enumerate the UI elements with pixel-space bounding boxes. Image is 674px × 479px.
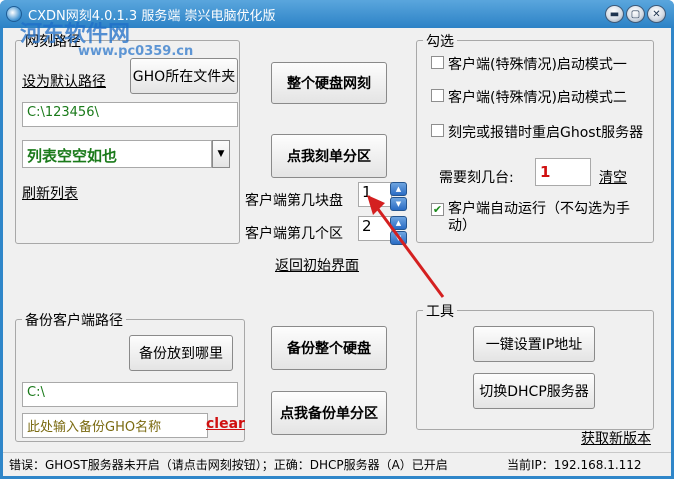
backup-single-partition-button[interactable]: 点我备份单分区	[271, 391, 387, 435]
partition-number-label: 客户端第几个区	[245, 226, 343, 242]
get-new-version-link[interactable]: 获取新版本	[581, 428, 651, 448]
watermark-url: www.pc0359.cn	[78, 44, 194, 59]
mode-two-label: 客户端(特殊情况)启动模式二	[448, 90, 627, 106]
gho-path-field[interactable]: C:\123456\	[22, 102, 238, 127]
status-message: 错误：GHOST服务器未开启（请点击网刻按钮）；正确：DHCP服务器（A）已开启	[9, 458, 448, 472]
backup-path-field[interactable]: C:\	[22, 382, 238, 407]
app-window: CXDN网刻4.0.1.3 服务端 崇兴电脑优化版 ▬ ▢ ✕ 网刻路径 设为默…	[0, 0, 674, 479]
refresh-list-link[interactable]: 刷新列表	[22, 183, 78, 203]
disk-number-label: 客户端第几块盘	[245, 193, 343, 209]
chevron-down-icon: ▼	[217, 149, 225, 159]
path-group: 网刻路径 设为默认路径 GHO所在文件夹 C:\123456\ 列表空空如也 ▼…	[15, 31, 240, 244]
restart-ghost-checkbox[interactable]: 刻完或报错时重启Ghost服务器	[431, 122, 643, 142]
count-clear-link[interactable]: 清空	[599, 167, 627, 187]
single-partition-clone-button[interactable]: 点我刻单分区	[271, 134, 387, 178]
checkbox-unchecked-icon[interactable]	[431, 56, 444, 69]
options-group: 勾选 客户端(特殊情况)启动模式一 客户端(特殊情况)启动模式二 刻完或报错时重…	[416, 31, 654, 243]
autorun-label: 客户端自动运行（不勾选为手动）	[448, 201, 630, 234]
list-dropdown-button[interactable]: ▼	[212, 140, 230, 168]
minimize-button[interactable]: ▬	[605, 5, 624, 23]
minimize-icon: ▬	[609, 8, 620, 20]
options-group-legend: 勾选	[423, 31, 457, 51]
count-label: 需要刻几台:	[439, 170, 514, 186]
tools-group-legend: 工具	[423, 301, 457, 321]
checkbox-unchecked-icon[interactable]	[431, 124, 444, 137]
gho-list-select[interactable]: 列表空空如也	[22, 140, 212, 168]
mode-two-checkbox[interactable]: 客户端(特殊情况)启动模式二	[431, 87, 627, 107]
gho-folder-button[interactable]: GHO所在文件夹	[130, 58, 238, 94]
set-ip-button[interactable]: 一键设置IP地址	[473, 326, 595, 362]
whole-disk-clone-button[interactable]: 整个硬盘网刻	[271, 62, 387, 104]
backup-whole-disk-button[interactable]: 备份整个硬盘	[271, 326, 387, 370]
close-button[interactable]: ✕	[647, 5, 666, 23]
maximize-icon: ▢	[630, 8, 641, 20]
mode-one-checkbox[interactable]: 客户端(特殊情况)启动模式一	[431, 54, 627, 74]
backup-name-input[interactable]: 此处输入备份GHO名称	[22, 413, 208, 438]
maximize-button[interactable]: ▢	[626, 5, 645, 23]
autorun-checkbox[interactable]: ✔ 客户端自动运行（不勾选为手动）	[431, 201, 646, 235]
switch-dhcp-button[interactable]: 切换DHCP服务器	[473, 373, 595, 409]
main-panel: 网刻路径 设为默认路径 GHO所在文件夹 C:\123456\ 列表空空如也 ▼…	[3, 28, 671, 476]
close-icon: ✕	[652, 8, 661, 20]
checkbox-unchecked-icon[interactable]	[431, 89, 444, 102]
status-bar: 错误：GHOST服务器未开启（请点击网刻按钮）；正确：DHCP服务器（A）已开启…	[3, 452, 671, 472]
checkmark-icon[interactable]: ✔	[431, 203, 444, 216]
restart-ghost-label: 刻完或报错时重启Ghost服务器	[448, 125, 644, 141]
count-input[interactable]: 1	[535, 158, 591, 186]
tools-group: 工具 一键设置IP地址 切换DHCP服务器	[416, 301, 654, 430]
mode-one-label: 客户端(特殊情况)启动模式一	[448, 57, 627, 73]
backup-location-button[interactable]: 备份放到哪里	[129, 335, 233, 371]
return-home-link[interactable]: 返回初始界面	[275, 255, 359, 275]
current-ip: 当前IP：192.168.1.112	[507, 458, 642, 472]
backup-group: 备份客户端路径 备份放到哪里 C:\ 此处输入备份GHO名称 clear	[15, 310, 245, 442]
backup-group-legend: 备份客户端路径	[22, 310, 126, 330]
set-default-path-link[interactable]: 设为默认路径	[22, 71, 106, 91]
backup-name-clear-link[interactable]: clear	[206, 416, 245, 432]
